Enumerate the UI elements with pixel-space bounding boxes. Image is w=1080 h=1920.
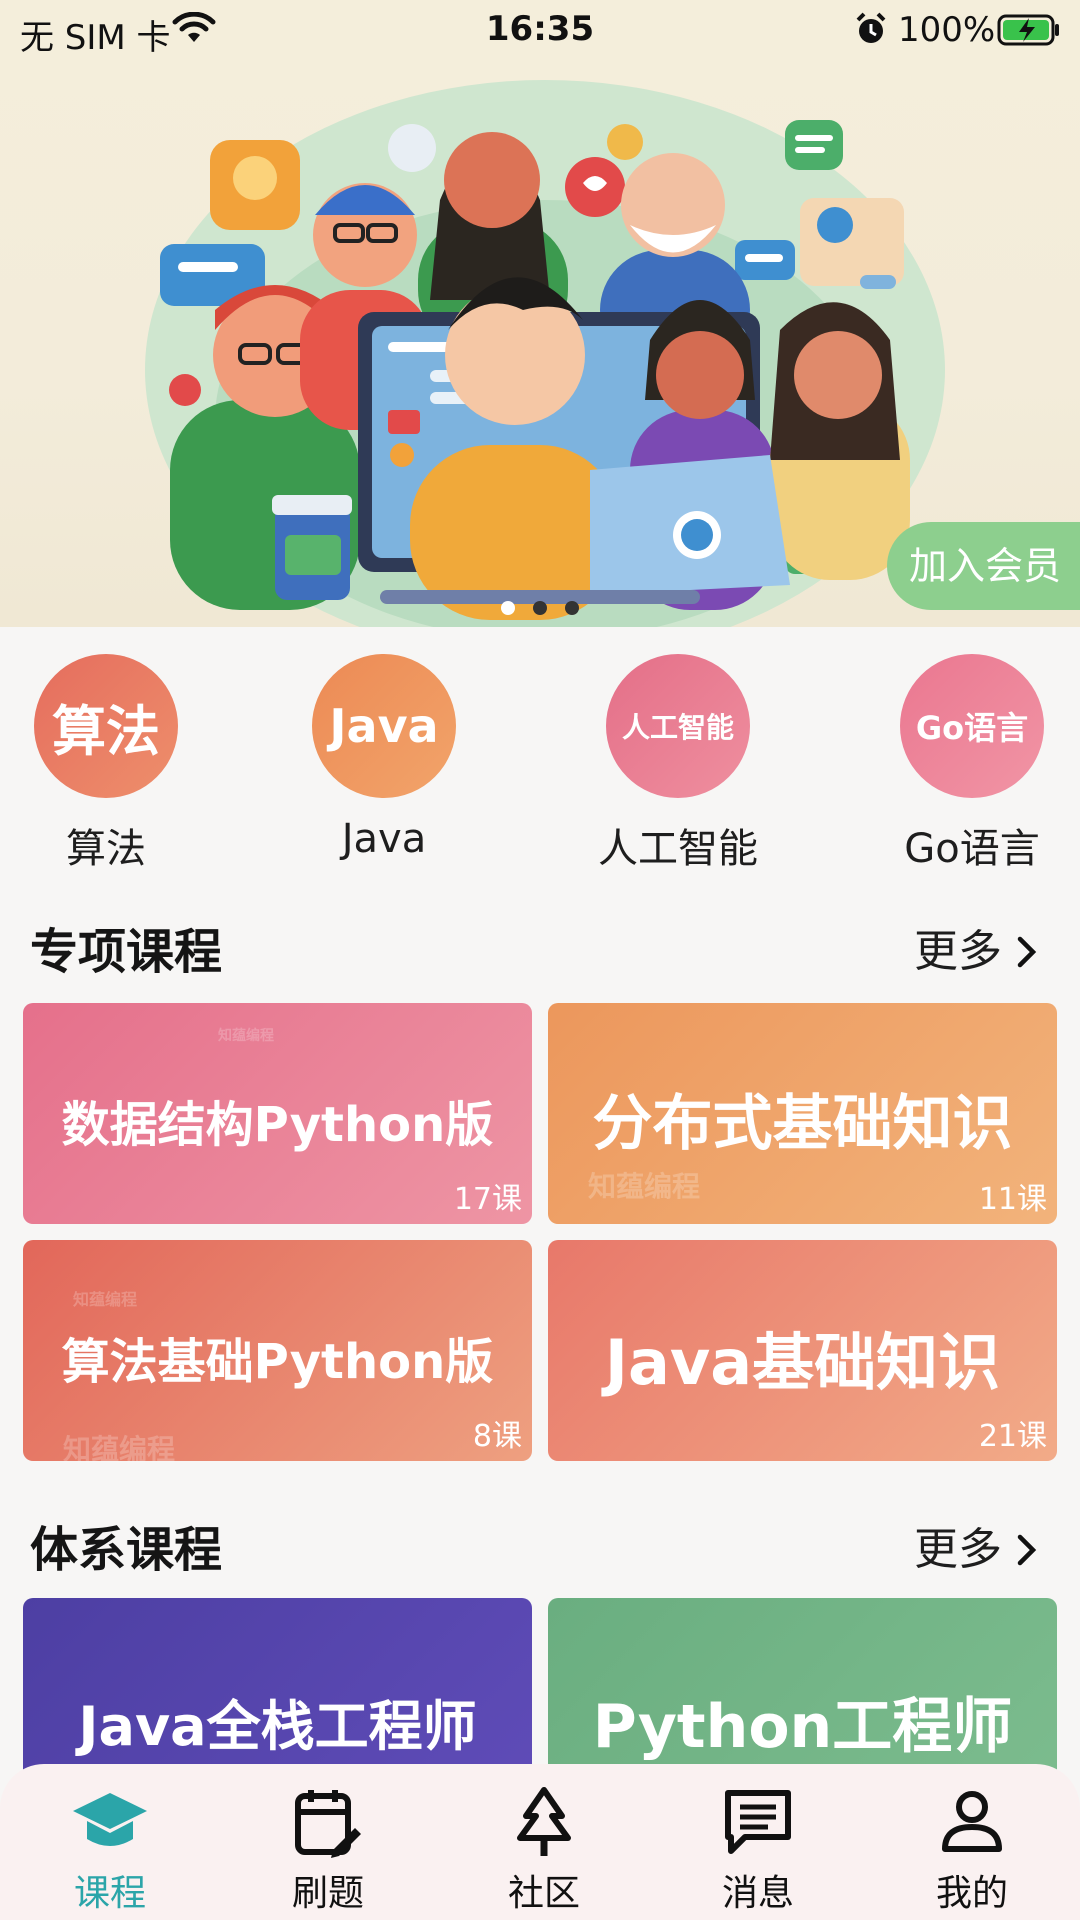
category-java[interactable]: Java Java: [274, 654, 494, 862]
special-courses-title: 专项课程: [30, 924, 223, 980]
more-label: 更多: [914, 1524, 1002, 1575]
carousel-dot-3[interactable]: [565, 601, 579, 615]
special-courses-more-button[interactable]: 更多: [914, 915, 1038, 980]
course-card-data-structure[interactable]: 知蕴编程 数据结构Python版 17课: [23, 1003, 532, 1224]
category-label: Java: [341, 816, 427, 862]
watermark: 知蕴编程: [63, 1433, 176, 1461]
lesson-count: 11课: [978, 1182, 1047, 1217]
watermark: 知蕴编程: [73, 1290, 138, 1309]
lesson-count: 21课: [978, 1419, 1047, 1454]
category-go[interactable]: Go语言 Go语言: [862, 654, 1080, 874]
user-icon: [864, 1784, 1080, 1860]
tree-icon: [436, 1784, 652, 1860]
alarm-icon: [855, 12, 887, 55]
tab-courses[interactable]: 课程: [2, 1784, 218, 1916]
watermark: 知蕴编程: [218, 1028, 274, 1044]
tab-practice[interactable]: 刷题: [220, 1784, 436, 1916]
algorithm-icon: 算法: [34, 654, 178, 798]
system-courses-more-button[interactable]: 更多: [914, 1513, 1038, 1578]
tab-label: 刷题: [291, 1873, 364, 1914]
java-icon: Java: [312, 654, 456, 798]
course-card-algorithm-basics[interactable]: 知蕴编程 算法基础Python版 知蕴编程 8课: [23, 1240, 532, 1461]
course-title: Java基础知识: [604, 1326, 1001, 1399]
tab-messages[interactable]: 消息: [650, 1784, 866, 1916]
category-label: 人工智能: [598, 826, 758, 872]
bottom-tab-bar: 课程 刷题 社区 消息 我的: [0, 1764, 1080, 1920]
message-icon: [650, 1784, 866, 1860]
course-card-java-basics[interactable]: Java基础知识 21课: [548, 1240, 1057, 1461]
tab-profile[interactable]: 我的: [864, 1784, 1080, 1916]
battery-percent: 100%: [898, 10, 996, 50]
category-ai[interactable]: 人工智能 人工智能: [568, 654, 788, 874]
chevron-right-icon: [1016, 1527, 1038, 1578]
status-bar: 无 SIM 卡 16:35 100%: [0, 0, 1080, 60]
carousel-indicator[interactable]: [0, 601, 1080, 615]
category-algorithm[interactable]: 算法 算法: [0, 654, 216, 874]
chevron-right-icon: [1016, 929, 1038, 980]
course-card-distributed[interactable]: 分布式基础知识 知蕴编程 11课: [548, 1003, 1057, 1224]
tab-label: 课程: [73, 1873, 146, 1914]
tab-label: 社区: [507, 1873, 580, 1914]
banner-carousel[interactable]: 无 SIM 卡 16:35 100% 加入会员: [0, 0, 1080, 627]
category-label: 算法: [66, 826, 146, 872]
course-title: Python工程师: [592, 1692, 1013, 1762]
join-membership-button[interactable]: 加入会员: [887, 522, 1080, 610]
calendar-edit-icon: [220, 1784, 436, 1860]
course-title: 分布式基础知识: [592, 1089, 1013, 1159]
carousel-dot-1[interactable]: [501, 601, 515, 615]
system-courses-title: 体系课程: [30, 1522, 223, 1578]
tab-label: 消息: [721, 1873, 794, 1914]
course-title: Java全栈工程师: [78, 1695, 477, 1758]
course-title: 数据结构Python版: [61, 1097, 494, 1153]
go-icon: Go语言: [900, 654, 1044, 798]
graduation-cap-icon: [2, 1784, 218, 1860]
tab-label: 我的: [935, 1873, 1008, 1914]
battery-charging-icon: [997, 14, 1061, 55]
tab-community[interactable]: 社区: [436, 1784, 652, 1916]
lesson-count: 17课: [453, 1182, 522, 1217]
course-title: 算法基础Python版: [61, 1334, 494, 1390]
category-label: Go语言: [904, 826, 1040, 872]
carousel-dot-2[interactable]: [533, 601, 547, 615]
more-label: 更多: [914, 926, 1002, 977]
watermark: 知蕴编程: [588, 1170, 701, 1203]
ai-icon: 人工智能: [606, 654, 750, 798]
lesson-count: 8课: [472, 1419, 522, 1454]
